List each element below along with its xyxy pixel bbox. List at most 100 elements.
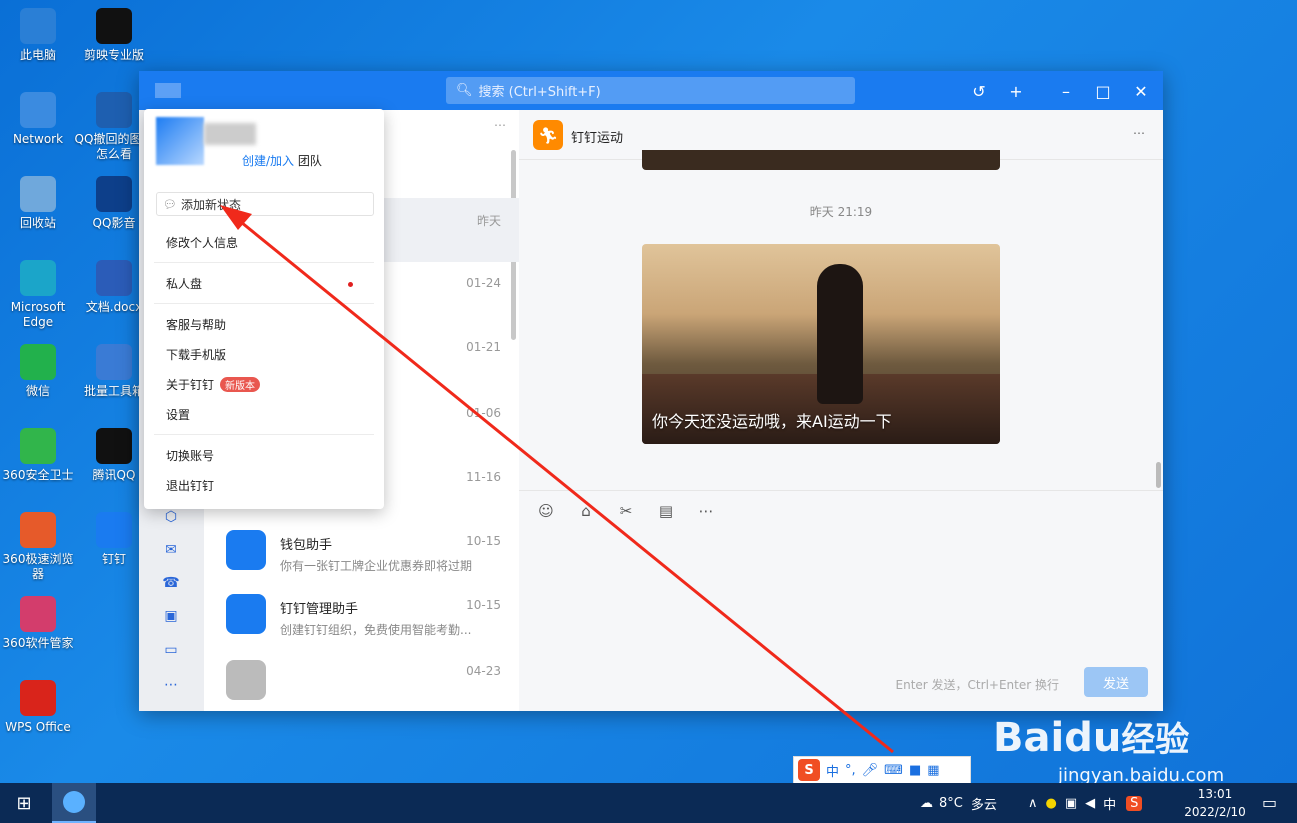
- conversation-time: 11-16: [466, 470, 501, 484]
- conversation-msg: 创建钉钉组织，免费使用智能考勤...: [280, 623, 472, 637]
- menu-item-download-mobile[interactable]: 下载手机版: [166, 346, 226, 363]
- desktop-icon[interactable]: 360软件管家: [0, 596, 78, 651]
- more-icon[interactable]: ⋯: [494, 118, 506, 132]
- scissors-icon[interactable]: ✂: [616, 501, 636, 521]
- mic-icon[interactable]: 🎤︎: [862, 763, 879, 778]
- notification-icon[interactable]: ▭: [1262, 793, 1277, 812]
- menu-item-switch-account[interactable]: 切换账号: [166, 447, 214, 464]
- minimize-button[interactable]: –: [1056, 81, 1076, 101]
- menu-item-logout[interactable]: 退出钉钉: [166, 477, 214, 494]
- keyboard-icon[interactable]: ⌨: [884, 763, 903, 778]
- app-icon: [20, 260, 56, 296]
- chat-toolbar: ☺ ⌂ ✂ ▤ ⋯: [519, 490, 1163, 530]
- desktop-icon[interactable]: 回收站: [0, 176, 78, 231]
- send-hint: Enter 发送，Ctrl+Enter 换行: [895, 678, 1059, 692]
- profile-menu: 创建/加入 团队 💬︎ 添加新状态 修改个人信息 私人盘 客服与帮助 下载手机版…: [144, 109, 384, 509]
- desktop-icon[interactable]: 360安全卫士: [0, 428, 78, 483]
- gift-icon[interactable]: ⌂: [576, 501, 596, 521]
- weather[interactable]: ☁ 8°C 多云: [920, 783, 997, 823]
- user-avatar[interactable]: [155, 83, 181, 98]
- desktop-icon[interactable]: 剪映专业版: [74, 8, 154, 63]
- desktop-icon[interactable]: 360极速浏览器: [0, 512, 78, 582]
- app-icon: [20, 344, 56, 380]
- more-tools-icon[interactable]: ⋯: [696, 501, 716, 521]
- skin-icon[interactable]: ■: [909, 763, 921, 778]
- app-icon: [96, 92, 132, 128]
- app-icon: [20, 176, 56, 212]
- cloud-icon: ☁: [920, 795, 933, 811]
- sogou-icon[interactable]: S: [798, 759, 820, 781]
- mail-icon[interactable]: ✉: [162, 541, 180, 559]
- chevron-up-icon[interactable]: ∧: [1028, 796, 1038, 811]
- dingtalk-icon: [63, 791, 85, 813]
- conversation-item[interactable]: 钉钉管理助手创建钉钉组织，免费使用智能考勤... 10-15: [204, 584, 519, 648]
- conversation-name: 钉钉管理助手: [280, 602, 359, 617]
- conversation-msg: 你有一张钉工牌企业优惠券即将过期: [280, 559, 473, 573]
- clock[interactable]: 13:01 2022/2/10: [1180, 785, 1250, 821]
- user-name: [204, 123, 256, 145]
- app-icon: [96, 8, 132, 44]
- conversation-time: 01-21: [466, 340, 501, 354]
- history-icon[interactable]: ↺: [969, 81, 989, 101]
- desktop-icon[interactable]: Microsoft Edge: [0, 260, 78, 330]
- apps-icon[interactable]: ▦: [927, 763, 939, 778]
- org-line: 创建/加入 团队: [242, 154, 322, 168]
- emoji-icon[interactable]: ☺: [536, 501, 556, 521]
- app-icon: [96, 260, 132, 296]
- sogou-tray-icon[interactable]: S: [1126, 795, 1143, 811]
- conversation-avatar: [226, 594, 266, 634]
- chat-scrollbar[interactable]: [1156, 462, 1161, 488]
- desktop-icon[interactable]: 此电脑: [0, 8, 78, 63]
- ime-punct[interactable]: °,: [845, 763, 856, 778]
- menu-item-edit-profile[interactable]: 修改个人信息: [166, 234, 238, 251]
- close-button[interactable]: ✕: [1131, 81, 1151, 101]
- folder-add-icon[interactable]: ▤: [656, 501, 676, 521]
- exercise-image-card[interactable]: 你今天还没运动哦，来AI运动一下: [642, 244, 1000, 444]
- app-icon: [20, 92, 56, 128]
- ime-indicator[interactable]: 中: [1103, 794, 1116, 813]
- menu-item-support[interactable]: 客服与帮助: [166, 316, 226, 333]
- conversation-item[interactable]: 04-23: [204, 650, 519, 714]
- conversation-name: 钱包助手: [280, 538, 333, 553]
- desktop-icon[interactable]: 微信: [0, 344, 78, 399]
- volume-icon[interactable]: ◀: [1085, 796, 1095, 811]
- chat-title: 钉钉运动: [571, 131, 624, 146]
- conversation-item[interactable]: 钱包助手你有一张钉工牌企业优惠券即将过期 10-15: [204, 520, 519, 584]
- app-icon: [20, 512, 56, 548]
- conversation-time: 10-15: [466, 534, 501, 548]
- conversation-time: 04-23: [466, 664, 501, 678]
- menu-item-settings[interactable]: 设置: [166, 406, 190, 423]
- unread-dot: [348, 282, 353, 287]
- windows-start-icon[interactable]: ⊞: [0, 783, 48, 823]
- app-icon: [20, 680, 56, 716]
- app-icon: [20, 428, 56, 464]
- network-icon[interactable]: ▣: [1065, 796, 1077, 811]
- new-version-badge: 新版本: [220, 377, 261, 392]
- folder-icon[interactable]: ▭: [162, 641, 180, 659]
- more-icon[interactable]: ⋯: [162, 676, 180, 694]
- desktop-icon[interactable]: WPS Office: [0, 680, 78, 735]
- chat-more-icon[interactable]: ⋯: [1133, 126, 1145, 140]
- app-icon: [96, 512, 132, 548]
- send-button[interactable]: 发送: [1084, 667, 1148, 697]
- workbench-icon[interactable]: ⬡: [162, 508, 180, 526]
- previous-image[interactable]: [642, 150, 1000, 170]
- menu-item-private-disk[interactable]: 私人盘: [166, 275, 202, 292]
- maximize-button[interactable]: □: [1093, 81, 1113, 101]
- phone-icon[interactable]: ☎: [162, 574, 180, 592]
- avatar: [156, 117, 204, 165]
- dingtalk-taskbar-button[interactable]: [52, 783, 96, 823]
- conversation-time: 10-15: [466, 598, 501, 612]
- add-icon[interactable]: +: [1006, 81, 1026, 101]
- menu-item-about[interactable]: 关于钉钉 新版本: [166, 376, 261, 393]
- search-input[interactable]: 🔍︎ 搜索 (Ctrl+Shift+F): [446, 77, 855, 104]
- create-join-link[interactable]: 创建/加入: [242, 154, 294, 168]
- conversation-avatar: [226, 530, 266, 570]
- title-bar: 🔍︎ 搜索 (Ctrl+Shift+F) ↺ + – □ ✕: [139, 71, 1163, 110]
- add-status-button[interactable]: 💬︎ 添加新状态: [156, 192, 374, 216]
- 360-icon[interactable]: ●: [1046, 796, 1057, 811]
- docs-icon[interactable]: ▣: [162, 607, 180, 625]
- ime-mode[interactable]: 中: [826, 761, 839, 780]
- desktop-icon[interactable]: Network: [0, 92, 78, 147]
- app-icon: [96, 176, 132, 212]
